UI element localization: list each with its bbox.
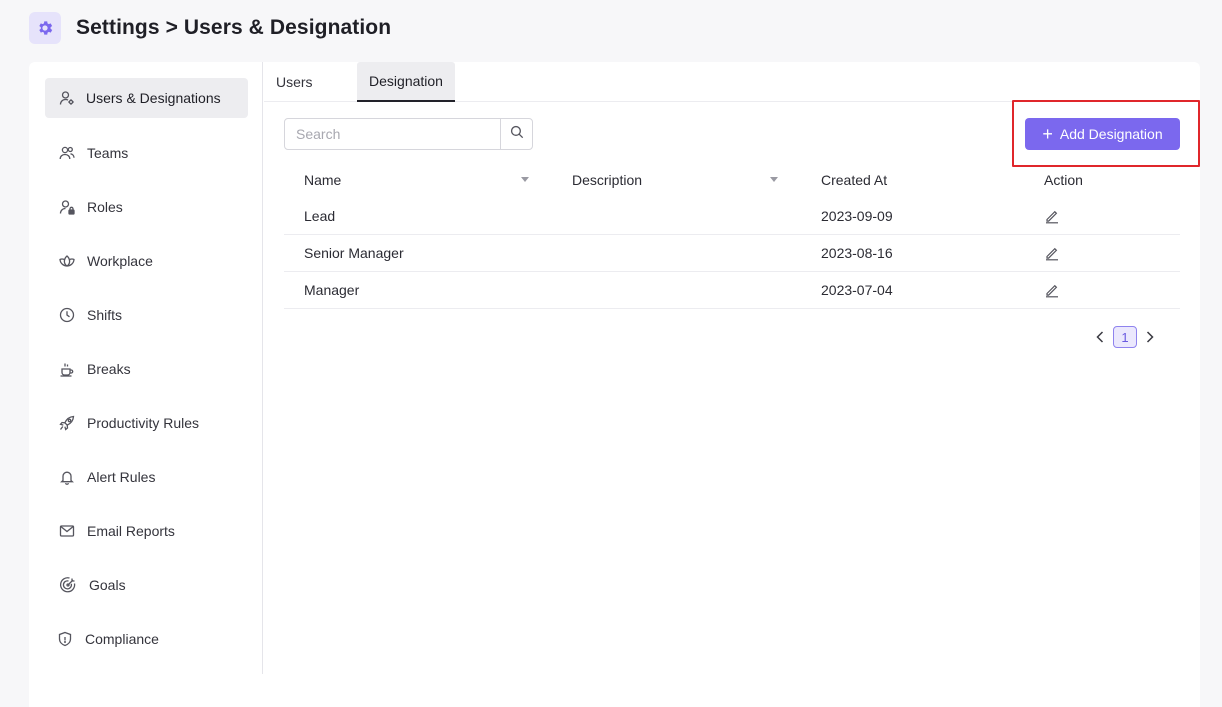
sidebar-item-roles[interactable]: Roles	[45, 187, 248, 227]
sidebar-item-label: Workplace	[87, 253, 153, 269]
tab-designation[interactable]: Designation	[357, 62, 455, 102]
sidebar-item-email-reports[interactable]: Email Reports	[45, 511, 248, 551]
tab-users[interactable]: Users	[276, 62, 313, 102]
sidebar-item-label: Email Reports	[87, 523, 175, 539]
sidebar-item-label: Productivity Rules	[87, 415, 200, 431]
lotus-icon	[59, 253, 75, 269]
sidebar-item-compliance[interactable]: Compliance	[45, 619, 248, 659]
users-icon	[59, 145, 75, 161]
settings-sidebar: Users & Designations Teams Roles Workpla…	[29, 62, 263, 674]
column-header-description: Description	[572, 172, 643, 188]
next-page-icon[interactable]	[1143, 326, 1157, 348]
name-sort-icon[interactable]	[521, 177, 529, 182]
sidebar-item-label: Shifts	[87, 307, 123, 323]
row-created-at: 2023-09-09	[821, 208, 893, 224]
edit-icon[interactable]	[1044, 198, 1060, 234]
sidebar-item-breaks[interactable]: Breaks	[45, 349, 248, 389]
sidebar-item-teams[interactable]: Teams	[45, 133, 248, 173]
sidebar-item-label: Users & Designations	[86, 90, 221, 106]
page-number[interactable]: 1	[1113, 326, 1137, 348]
sidebar-item-label: Goals	[89, 577, 126, 593]
clock-icon	[59, 307, 75, 323]
edit-icon[interactable]	[1044, 235, 1060, 271]
column-header-name: Name	[304, 172, 342, 188]
row-created-at: 2023-07-04	[821, 282, 893, 298]
target-icon	[59, 576, 77, 594]
table-header: Name Description Created At Action	[284, 162, 1180, 198]
page-title: Settings > Users & Designation	[76, 16, 392, 39]
mail-icon	[59, 523, 75, 539]
rocket-icon	[59, 415, 75, 431]
sidebar-item-productivity-rules[interactable]: Productivity Rules	[45, 403, 248, 443]
sidebar-item-users-designations[interactable]: Users & Designations	[45, 78, 248, 118]
column-header-created-at: Created At	[821, 172, 888, 188]
user-gear-icon	[59, 90, 75, 106]
settings-card: Users & Designations Teams Roles Workpla…	[29, 62, 1200, 707]
page-header: Settings > Users & Designation	[29, 12, 391, 44]
search-input[interactable]	[285, 119, 501, 149]
row-created-at: 2023-08-16	[821, 245, 893, 261]
description-sort-icon[interactable]	[770, 177, 778, 182]
gear-icon	[29, 12, 61, 44]
sidebar-item-label: Compliance	[85, 631, 159, 647]
table-row: Manager 2023-07-04	[284, 272, 1180, 309]
shield-icon	[57, 631, 73, 647]
sidebar-item-label: Teams	[87, 145, 129, 161]
sidebar-item-alert-rules[interactable]: Alert Rules	[45, 457, 248, 497]
table-row: Lead 2023-09-09	[284, 198, 1180, 235]
edit-icon[interactable]	[1044, 272, 1060, 308]
row-name: Senior Manager	[304, 245, 404, 261]
sidebar-item-label: Alert Rules	[87, 469, 156, 485]
sidebar-item-goals[interactable]: Goals	[45, 565, 248, 605]
search-box	[284, 118, 533, 150]
bell-icon	[59, 469, 75, 485]
add-designation-label: Add Designation	[1059, 126, 1163, 142]
sidebar-item-label: Breaks	[87, 361, 131, 377]
coffee-icon	[59, 361, 75, 377]
row-name: Manager	[304, 282, 360, 298]
pagination: 1	[1093, 326, 1157, 348]
column-header-action: Action	[1044, 172, 1083, 188]
table-row: Senior Manager 2023-08-16	[284, 235, 1180, 272]
add-designation-button[interactable]: + Add Designation	[1025, 118, 1180, 150]
user-lock-icon	[59, 199, 75, 215]
prev-page-icon[interactable]	[1093, 326, 1107, 348]
row-name: Lead	[304, 208, 336, 224]
plus-icon: +	[1042, 124, 1053, 144]
designation-table: Name Description Created At Action Lead …	[284, 162, 1180, 309]
search-button[interactable]	[501, 119, 532, 149]
search-icon	[510, 125, 524, 144]
sidebar-item-label: Roles	[87, 199, 123, 215]
tab-bar: Users Designation	[264, 62, 1200, 102]
sidebar-item-shifts[interactable]: Shifts	[45, 295, 248, 335]
sidebar-item-workplace[interactable]: Workplace	[45, 241, 248, 281]
